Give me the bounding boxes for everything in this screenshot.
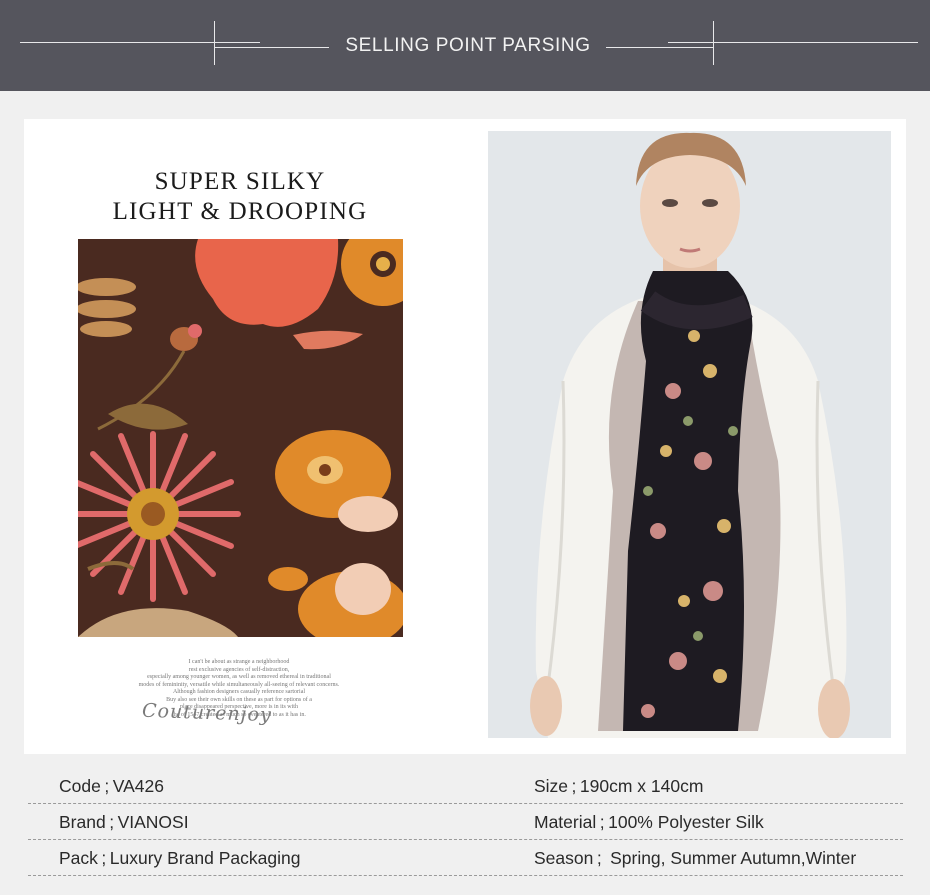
fine-print-line: modes of femininity, versatile while sim… [138, 681, 340, 688]
spec-season: Season ; Spring, Summer Autumn,Winter [534, 848, 857, 868]
feature-card: SUPER SILKY LIGHT & DROOPING I can't be … [24, 119, 906, 754]
fine-print-line: I can't be about as strange a neighborho… [188, 659, 290, 665]
feature-headline: SUPER SILKY LIGHT & DROOPING [24, 167, 456, 227]
spec-pack: Pack ; Luxury Brand Packaging [59, 848, 301, 868]
fabric-closeup-image [78, 239, 403, 637]
spec-code: Code ; VA426 [59, 776, 164, 796]
spec-row: Code ; VA426 Size ; 190cm x 140cm [28, 768, 903, 804]
fine-print-line: rest exclusive agencies of self-distract… [188, 666, 290, 673]
header-rule-left-inner [214, 47, 329, 48]
spec-size: Size ; 190cm x 140cm [534, 776, 704, 796]
fine-print-line: especially among younger women, as well … [147, 674, 331, 680]
section-header: SELLING POINT PARSING [0, 0, 930, 91]
header-tick-right [713, 21, 714, 65]
spec-material: Material ; 100% Polyester Silk [534, 812, 764, 832]
fine-print-line: Although fashion designers casually refe… [172, 689, 306, 695]
section-title: SELLING POINT PARSING [345, 35, 591, 56]
headline-line-1: SUPER SILKY [154, 168, 326, 195]
header-rule-left [20, 42, 260, 43]
product-specs: Code ; VA426 Size ; 190cm x 140cm Brand … [28, 768, 903, 876]
model-photo [488, 131, 891, 738]
header-tick-left [214, 21, 215, 65]
header-rule-right-inner [606, 47, 713, 48]
headline-line-2: LIGHT & DROOPING [112, 198, 368, 225]
spec-brand: Brand ; VIANOSI [59, 812, 189, 832]
spec-row: Brand ; VIANOSI Material ; 100% Polyeste… [28, 804, 903, 840]
spec-row: Pack ; Luxury Brand Packaging Season ; S… [28, 840, 903, 876]
header-rule-right [668, 42, 918, 43]
